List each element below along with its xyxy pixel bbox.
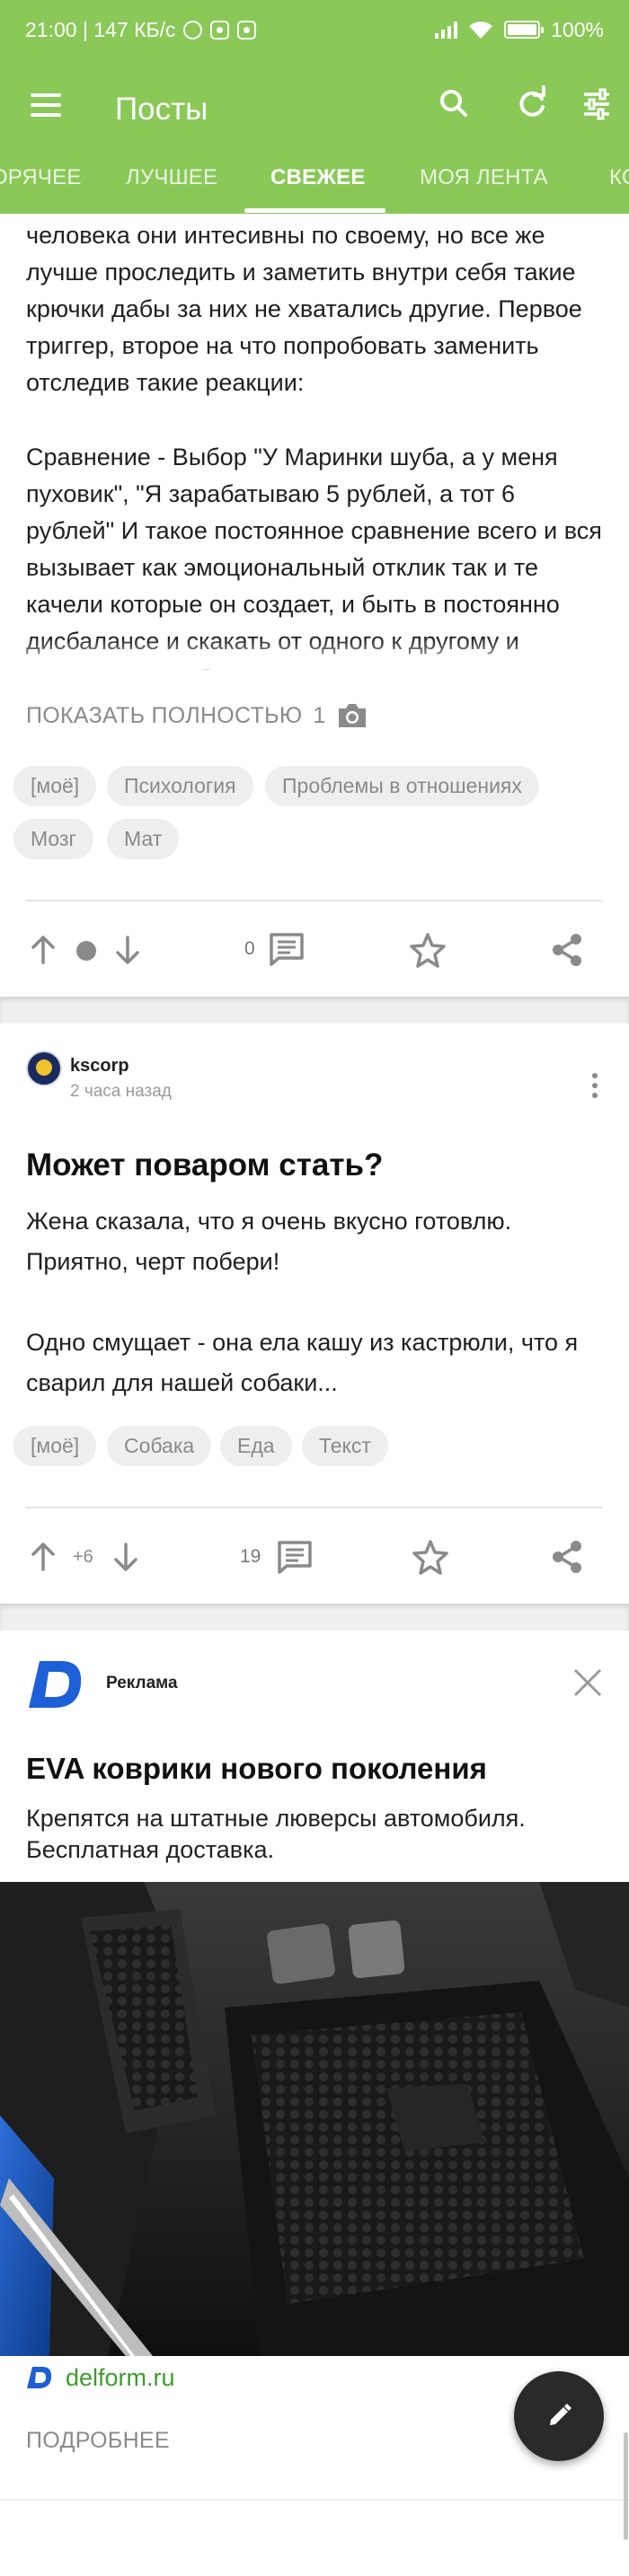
tab-indicator (244, 208, 385, 213)
share-icon[interactable] (549, 932, 585, 968)
app-bar: Посты (0, 59, 629, 160)
post-separator (0, 997, 629, 1024)
post-time: 2 часа назад (70, 1082, 172, 1101)
feed: человека они интесивны по своему, но все… (0, 214, 629, 2576)
favorite-star-icon[interactable] (409, 932, 447, 968)
ad-title[interactable]: EVA коврики нового поколения (26, 1752, 487, 1786)
ad-more-link[interactable]: ПОДРОБНЕЕ (26, 2428, 170, 2454)
show-more-label: ПОКАЗАТЬ ПОЛНОСТЬЮ (26, 702, 303, 728)
tag-chip[interactable]: Проблемы в отношениях (265, 766, 539, 806)
battery-fill (508, 24, 537, 35)
upvote-icon[interactable] (27, 932, 59, 968)
post-text: Сравнение - Выбор "У Маринки шуба, а у м… (26, 444, 602, 671)
favorite-star-icon[interactable] (412, 1539, 449, 1575)
tag-chip[interactable]: [моё] (13, 766, 97, 806)
tabs-bar: ГОРЯЧЕЕ ЛУЧШЕЕ СВЕЖЕЕ МОЯ ЛЕНТА КОММЕНТА… (0, 160, 629, 214)
rating-value: +6 (73, 1547, 93, 1567)
post-separator (0, 1604, 629, 1631)
author-name[interactable]: kscorp (70, 1056, 129, 1077)
post-text: Жена сказала, что я очень вкусно готовлю… (26, 1208, 579, 1396)
battery-percent: 100% (551, 17, 604, 41)
ad-label: Реклама (106, 1674, 178, 1692)
text-fade (0, 637, 629, 673)
ad-image[interactable] (0, 1882, 629, 2356)
new-post-button[interactable] (514, 2371, 604, 2461)
pencil-icon (550, 2404, 571, 2425)
tag-chip[interactable]: Текст (302, 1426, 388, 1466)
close-icon[interactable] (570, 1665, 606, 1701)
share-icon[interactable] (549, 1539, 585, 1575)
downvote-icon[interactable] (110, 1539, 142, 1575)
post-title[interactable]: Может поваром стать? (26, 1147, 383, 1183)
more-options-icon[interactable] (584, 1073, 606, 1103)
menu-icon[interactable] (31, 93, 61, 117)
scrollbar-thumb[interactable] (624, 2432, 628, 2540)
alarm-icon (183, 20, 203, 40)
tag-chip[interactable]: Собака (107, 1426, 212, 1466)
status-right: 100% (435, 18, 604, 42)
divider (26, 900, 603, 901)
refresh-icon[interactable] (507, 79, 557, 129)
status-time: 21:00 | 147 КБ/с (25, 17, 176, 41)
signal-icon (435, 21, 458, 39)
ad-description: Крепятся на штатные люверсы автомобиля. … (26, 1805, 526, 1863)
image-count: 1 (313, 702, 326, 728)
comment-count: 19 (240, 1546, 261, 1567)
downvote-icon[interactable] (111, 932, 144, 968)
camera-icon (339, 704, 367, 727)
advertiser-logo-small (27, 2367, 52, 2388)
avatar[interactable] (26, 1051, 62, 1086)
advertiser-logo[interactable] (27, 1658, 86, 1710)
notification-icon (210, 20, 230, 40)
tab-fresh[interactable]: СВЕЖЕЕ (270, 160, 366, 214)
tab-best[interactable]: ЛУЧШЕЕ (126, 160, 217, 214)
comments-icon[interactable] (268, 931, 306, 967)
status-bar: 21:00 | 147 КБ/с 100% (0, 0, 629, 59)
rating-hidden-dot (76, 941, 96, 961)
divider (0, 2499, 629, 2501)
divider (26, 1507, 603, 1508)
ad-domain-link[interactable]: delform.ru (66, 2364, 175, 2392)
upvote-icon[interactable] (27, 1539, 59, 1575)
page-title: Посты (115, 92, 208, 127)
notification-icon (237, 20, 257, 40)
post-text: человека они интесивны по своему, но все… (26, 222, 589, 396)
comments-icon[interactable] (276, 1539, 314, 1575)
tag-chip[interactable]: Мат (107, 819, 180, 859)
search-icon[interactable] (430, 79, 480, 129)
comment-count: 0 (244, 938, 255, 959)
tag-chip[interactable]: Психология (107, 766, 253, 806)
tag-chip[interactable]: [моё] (13, 1426, 97, 1466)
status-left: 21:00 | 147 КБ/с (25, 17, 257, 42)
tag-chip[interactable]: Еда (220, 1426, 292, 1466)
tab-hot[interactable]: ГОРЯЧЕЕ (0, 160, 82, 214)
filter-settings-icon[interactable] (571, 79, 622, 129)
tab-my-feed[interactable]: МОЯ ЛЕНТА (420, 160, 548, 214)
battery-icon (504, 21, 545, 39)
show-more-button[interactable]: ПОКАЗАТЬ ПОЛНОСТЬЮ 1 (26, 701, 368, 730)
tab-comments[interactable]: КОММЕНТАРИИ (609, 160, 629, 214)
wifi-icon (469, 22, 493, 39)
tag-chip[interactable]: Мозг (13, 819, 93, 859)
